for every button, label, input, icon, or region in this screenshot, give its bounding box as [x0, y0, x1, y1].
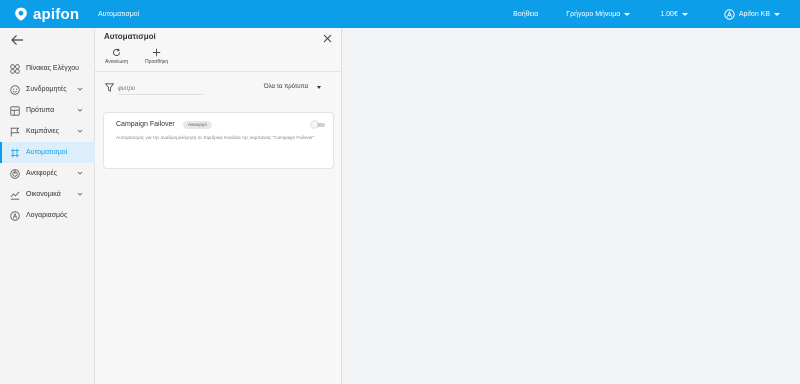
- top-bar: apifon Αυτοματισμοί Βοήθεια Γρήγορο Μήνυ…: [0, 0, 800, 28]
- add-label: Προσθήκη: [145, 59, 169, 65]
- apifon-logo-icon: [15, 7, 27, 21]
- sidebar-item-automations[interactable]: Αυτοματισμοί: [0, 142, 95, 163]
- balance-value: 1.00€: [660, 10, 678, 18]
- template-filter-select[interactable]: Όλα τα πρότυπα: [264, 84, 322, 90]
- filter-input[interactable]: [118, 83, 203, 95]
- automation-description: Αυτοματισμός για την αναδρομολόγηση σε Ε…: [116, 135, 315, 140]
- toggle-knob: [311, 121, 318, 128]
- automations-panel: Αυτοματισμοί Ανανέωση Προσθήκη Όλα τα πρ…: [95, 28, 342, 384]
- app-section-title: Αυτοματισμοί: [98, 10, 140, 18]
- sidebar-item-label: Συνδρομητές: [26, 86, 67, 93]
- sidebar-item-reports[interactable]: Αναφορές: [0, 163, 95, 184]
- sidebar-item-templates[interactable]: Πρότυπα: [0, 100, 95, 121]
- sidebar-item-label: Οικονομικά: [26, 191, 61, 198]
- templates-icon: [10, 105, 20, 116]
- sidebar-item-label: Πρότυπα: [26, 107, 55, 114]
- chevron-down-icon: [77, 171, 83, 175]
- back-arrow-icon[interactable]: [10, 34, 24, 46]
- automations-icon: [11, 148, 19, 157]
- chevron-down-icon: [624, 12, 631, 16]
- toolbar-divider: [95, 71, 342, 72]
- account-name: Apifon KB: [738, 10, 770, 18]
- subscribers-icon: [10, 84, 20, 95]
- refresh-icon: [113, 48, 121, 56]
- sidebar-nav: Πίνακας Ελέγχου Συνδρομητές Πρότυπα Καμπ…: [0, 58, 95, 226]
- dashboard-icon: [10, 63, 20, 74]
- chevron-down-icon: [774, 12, 780, 16]
- brand-logo[interactable]: apifon: [14, 6, 94, 23]
- chevron-down-icon: [77, 192, 83, 196]
- add-automation-button[interactable]: Προσθήκη: [145, 48, 168, 65]
- refresh-button[interactable]: Ανανέωση: [105, 48, 128, 65]
- campaigns-flag-icon: [10, 127, 20, 136]
- filter-funnel-icon: [105, 83, 114, 92]
- sidebar-item-account[interactable]: Λογαριασμός: [0, 205, 95, 226]
- reports-icon: [10, 168, 20, 179]
- sidebar-item-dashboard[interactable]: Πίνακας Ελέγχου: [0, 58, 95, 79]
- chevron-down-icon: [681, 12, 688, 16]
- sidebar-item-label: Καμπάνιες: [26, 128, 59, 135]
- chevron-down-icon: [77, 108, 83, 112]
- brand-name: apifon: [33, 5, 80, 23]
- sidebar-item-label: Πίνακας Ελέγχου: [26, 65, 79, 72]
- automation-card[interactable]: Campaign Failover Ανενεργό Αυτοματισμός …: [103, 112, 334, 169]
- sidebar-item-label: Λογαριασμός: [26, 212, 68, 219]
- quick-message-menu[interactable]: Γρήγορο Μήνυμα: [566, 10, 631, 18]
- sidebar-item-label: Αναφορές: [26, 170, 57, 177]
- main-content-area: [342, 28, 800, 384]
- template-filter-value: Όλα τα πρότυπα: [264, 84, 309, 90]
- sidebar-item-finance[interactable]: Οικονομικά: [0, 184, 95, 205]
- chevron-down-icon: [77, 87, 83, 91]
- close-icon[interactable]: [323, 34, 332, 43]
- account-icon: [10, 210, 20, 221]
- status-badge: Ανενεργό: [183, 121, 212, 129]
- plus-icon: [152, 48, 161, 57]
- refresh-label: Ανανέωση: [105, 59, 129, 65]
- help-link[interactable]: Βοήθεια: [513, 11, 538, 18]
- automation-enable-toggle[interactable]: [311, 121, 325, 128]
- automation-name: Campaign Failover: [116, 121, 175, 128]
- sidebar-item-subscribers[interactable]: Συνδρομητές: [0, 79, 95, 100]
- sidebar-item-label: Αυτοματισμοί: [26, 149, 68, 156]
- panel-title: Αυτοματισμοί: [104, 32, 156, 41]
- balance-menu[interactable]: 1.00€: [660, 11, 688, 18]
- account-menu[interactable]: Apifon KB: [724, 8, 780, 20]
- chevron-down-icon: [77, 129, 83, 133]
- quick-message-label: Γρήγορο Μήνυμα: [566, 10, 621, 18]
- sidebar: Πίνακας Ελέγχου Συνδρομητές Πρότυπα Καμπ…: [0, 28, 95, 384]
- dropdown-caret-icon: [317, 85, 322, 89]
- finance-icon: [10, 191, 20, 200]
- sidebar-item-campaigns[interactable]: Καμπάνιες: [0, 121, 95, 142]
- account-circle-icon: [724, 8, 735, 20]
